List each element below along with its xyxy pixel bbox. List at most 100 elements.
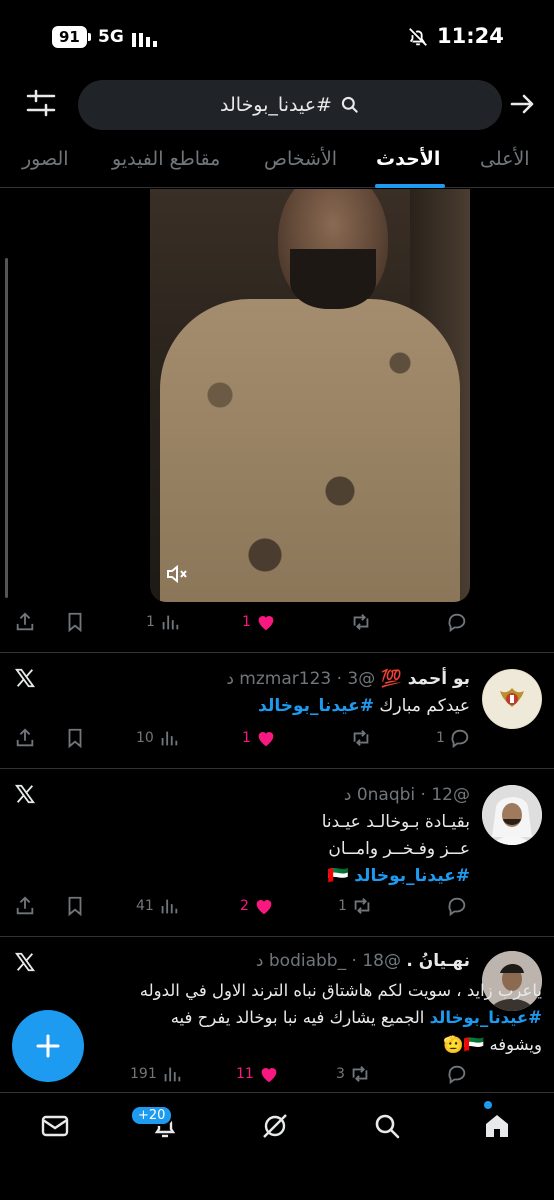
- share-icon: [16, 612, 34, 631]
- like-count: 1: [242, 730, 251, 746]
- bookmark-button[interactable]: [64, 727, 86, 749]
- heart-icon: [258, 732, 274, 747]
- author-name[interactable]: نهـيانُ .: [406, 951, 470, 971]
- share-button[interactable]: [14, 895, 36, 917]
- grok-icon[interactable]: [260, 1111, 290, 1141]
- views-icon: [161, 899, 178, 914]
- tweet[interactable]: بو أحمد 💯 @mzmar123 · 3 د عيدكم مبارك #ع…: [0, 652, 554, 768]
- tab-latest[interactable]: الأحدث: [376, 148, 440, 170]
- reply-icon: [448, 613, 466, 633]
- hashtag-link[interactable]: #عيدنا_بوخالد: [430, 1008, 542, 1027]
- tweet-text-line: الجميع يشارك فيه نبا بوخالد يفرح فيه: [170, 1008, 425, 1027]
- tab-videos[interactable]: مقاطع الفيديو: [112, 148, 220, 170]
- like-button[interactable]: 11: [236, 1063, 280, 1085]
- reply-button[interactable]: [446, 611, 468, 633]
- heart-icon: [258, 616, 274, 631]
- x-logo-icon: [14, 784, 36, 804]
- avatar[interactable]: [482, 669, 542, 729]
- search-input[interactable]: #عيدنا_بوخالد: [78, 80, 502, 130]
- x-logo-icon: [14, 668, 36, 688]
- like-button[interactable]: 1: [242, 611, 277, 633]
- search-icon: [341, 96, 358, 113]
- search-header: #عيدنا_بوخالد: [0, 72, 554, 138]
- bookmark-button[interactable]: [64, 895, 86, 917]
- filter-icon[interactable]: [24, 86, 58, 120]
- like-count: 11: [236, 1066, 254, 1082]
- like-count: 1: [242, 614, 251, 630]
- views-count: 10: [136, 730, 154, 746]
- hashtag-link[interactable]: #عيدنا_بوخالد: [258, 696, 374, 716]
- share-button[interactable]: [14, 727, 36, 749]
- heart-icon: [261, 1068, 277, 1083]
- signal-icon: [132, 33, 157, 47]
- views-button[interactable]: 10: [136, 727, 180, 749]
- search-query[interactable]: #عيدنا_بوخالد: [220, 94, 332, 116]
- tweet[interactable]: @0naqbi · 12 د بقيـادة بـوخالـد عيـدنا ع…: [0, 768, 554, 936]
- views-button[interactable]: 41: [136, 895, 180, 917]
- uae-emblem-icon: [483, 670, 541, 728]
- tab-people[interactable]: الأشخاص: [264, 148, 337, 170]
- retweet-button[interactable]: 1: [338, 895, 373, 917]
- views-count: 1: [146, 614, 155, 630]
- video-player[interactable]: [150, 189, 470, 602]
- like-count: 2: [240, 898, 249, 914]
- compose-button[interactable]: [12, 1010, 84, 1082]
- bell-off-icon: [409, 28, 427, 46]
- tab-photos[interactable]: الصور: [22, 148, 69, 170]
- retweet-count: 1: [338, 898, 347, 914]
- reply-icon: [448, 897, 466, 917]
- views-button[interactable]: 1: [146, 611, 181, 633]
- tweet-meta: بو أحمد 💯 @mzmar123 · 3 د: [226, 669, 470, 689]
- video-person-beard: [290, 249, 376, 309]
- share-button[interactable]: [14, 611, 36, 633]
- system-gesture-area: [0, 1162, 554, 1200]
- active-tab-indicator: [375, 184, 445, 188]
- tweet-text: عيدكم مبارك #عيدنا_بوخالد: [258, 693, 470, 720]
- mail-icon[interactable]: [40, 1111, 70, 1141]
- search-icon[interactable]: [372, 1111, 402, 1141]
- clock: 11:24: [437, 24, 504, 48]
- views-button[interactable]: 191: [130, 1063, 183, 1085]
- home-icon[interactable]: [482, 1111, 512, 1141]
- author-name[interactable]: بو أحمد 💯: [381, 669, 470, 689]
- like-button[interactable]: 2: [240, 895, 275, 917]
- search-tabs: الأعلى الأحدث الأشخاص مقاطع الفيديو الصو…: [0, 138, 554, 188]
- retweet-button[interactable]: 3: [336, 1063, 371, 1085]
- hashtag-link[interactable]: #عيدنا_بوخالد: [354, 866, 470, 886]
- reply-button[interactable]: [446, 895, 468, 917]
- retweet-button[interactable]: [350, 611, 372, 633]
- tweet-text-line: عــز وفـخــر وامــان: [328, 839, 470, 859]
- author-handle[interactable]: @0naqbi: [357, 785, 470, 805]
- tweet-text-line: ويشوفه 🇦🇪🫡: [443, 1035, 542, 1054]
- views-icon: [164, 1067, 180, 1082]
- reply-icon: [451, 729, 469, 749]
- tweet-meta: نهـيانُ . @bodiabb_ · 18 د: [255, 951, 470, 971]
- tweet-meta: @0naqbi · 12 د: [343, 785, 470, 805]
- retweet-button[interactable]: [350, 727, 372, 749]
- retweet-icon: [352, 1066, 368, 1082]
- reply-button[interactable]: [446, 1063, 468, 1085]
- share-icon: [16, 896, 34, 915]
- plus-icon: [36, 1034, 60, 1058]
- views-count: 41: [136, 898, 154, 914]
- tweet-text: بقيـادة بـوخالـد عيـدنا عــز وفـخــر وام…: [322, 809, 470, 890]
- tab-top[interactable]: الأعلى: [480, 148, 530, 170]
- avatar[interactable]: [482, 785, 542, 845]
- arrow-right-icon[interactable]: [508, 90, 536, 118]
- tweet-text-line: بقيـادة بـوخالـد عيـدنا: [321, 812, 470, 832]
- bottom-navigation: +20: [0, 1092, 554, 1162]
- tweet-text: ياعرب زايد ، سويت لكم هاشتاق نباه الترند…: [12, 977, 542, 1058]
- reply-icon: [448, 1065, 466, 1085]
- volume-muted-icon[interactable]: [164, 561, 190, 587]
- views-count: 191: [130, 1066, 157, 1082]
- reply-button[interactable]: 1: [436, 727, 471, 749]
- tweet[interactable]: نهـيانُ . @bodiabb_ · 18 د ياعرب زايد ، …: [0, 936, 554, 1092]
- tweet-text-line: ياعرب زايد ، سويت لكم هاشتاق نباه الترند…: [139, 981, 542, 1000]
- like-button[interactable]: 1: [242, 727, 277, 749]
- avatar-image: [482, 785, 542, 845]
- network-type: 5G: [98, 27, 124, 47]
- bookmark-button[interactable]: [64, 611, 86, 633]
- views-icon: [162, 615, 179, 630]
- scrollbar[interactable]: [5, 258, 8, 598]
- bookmark-icon: [68, 896, 82, 917]
